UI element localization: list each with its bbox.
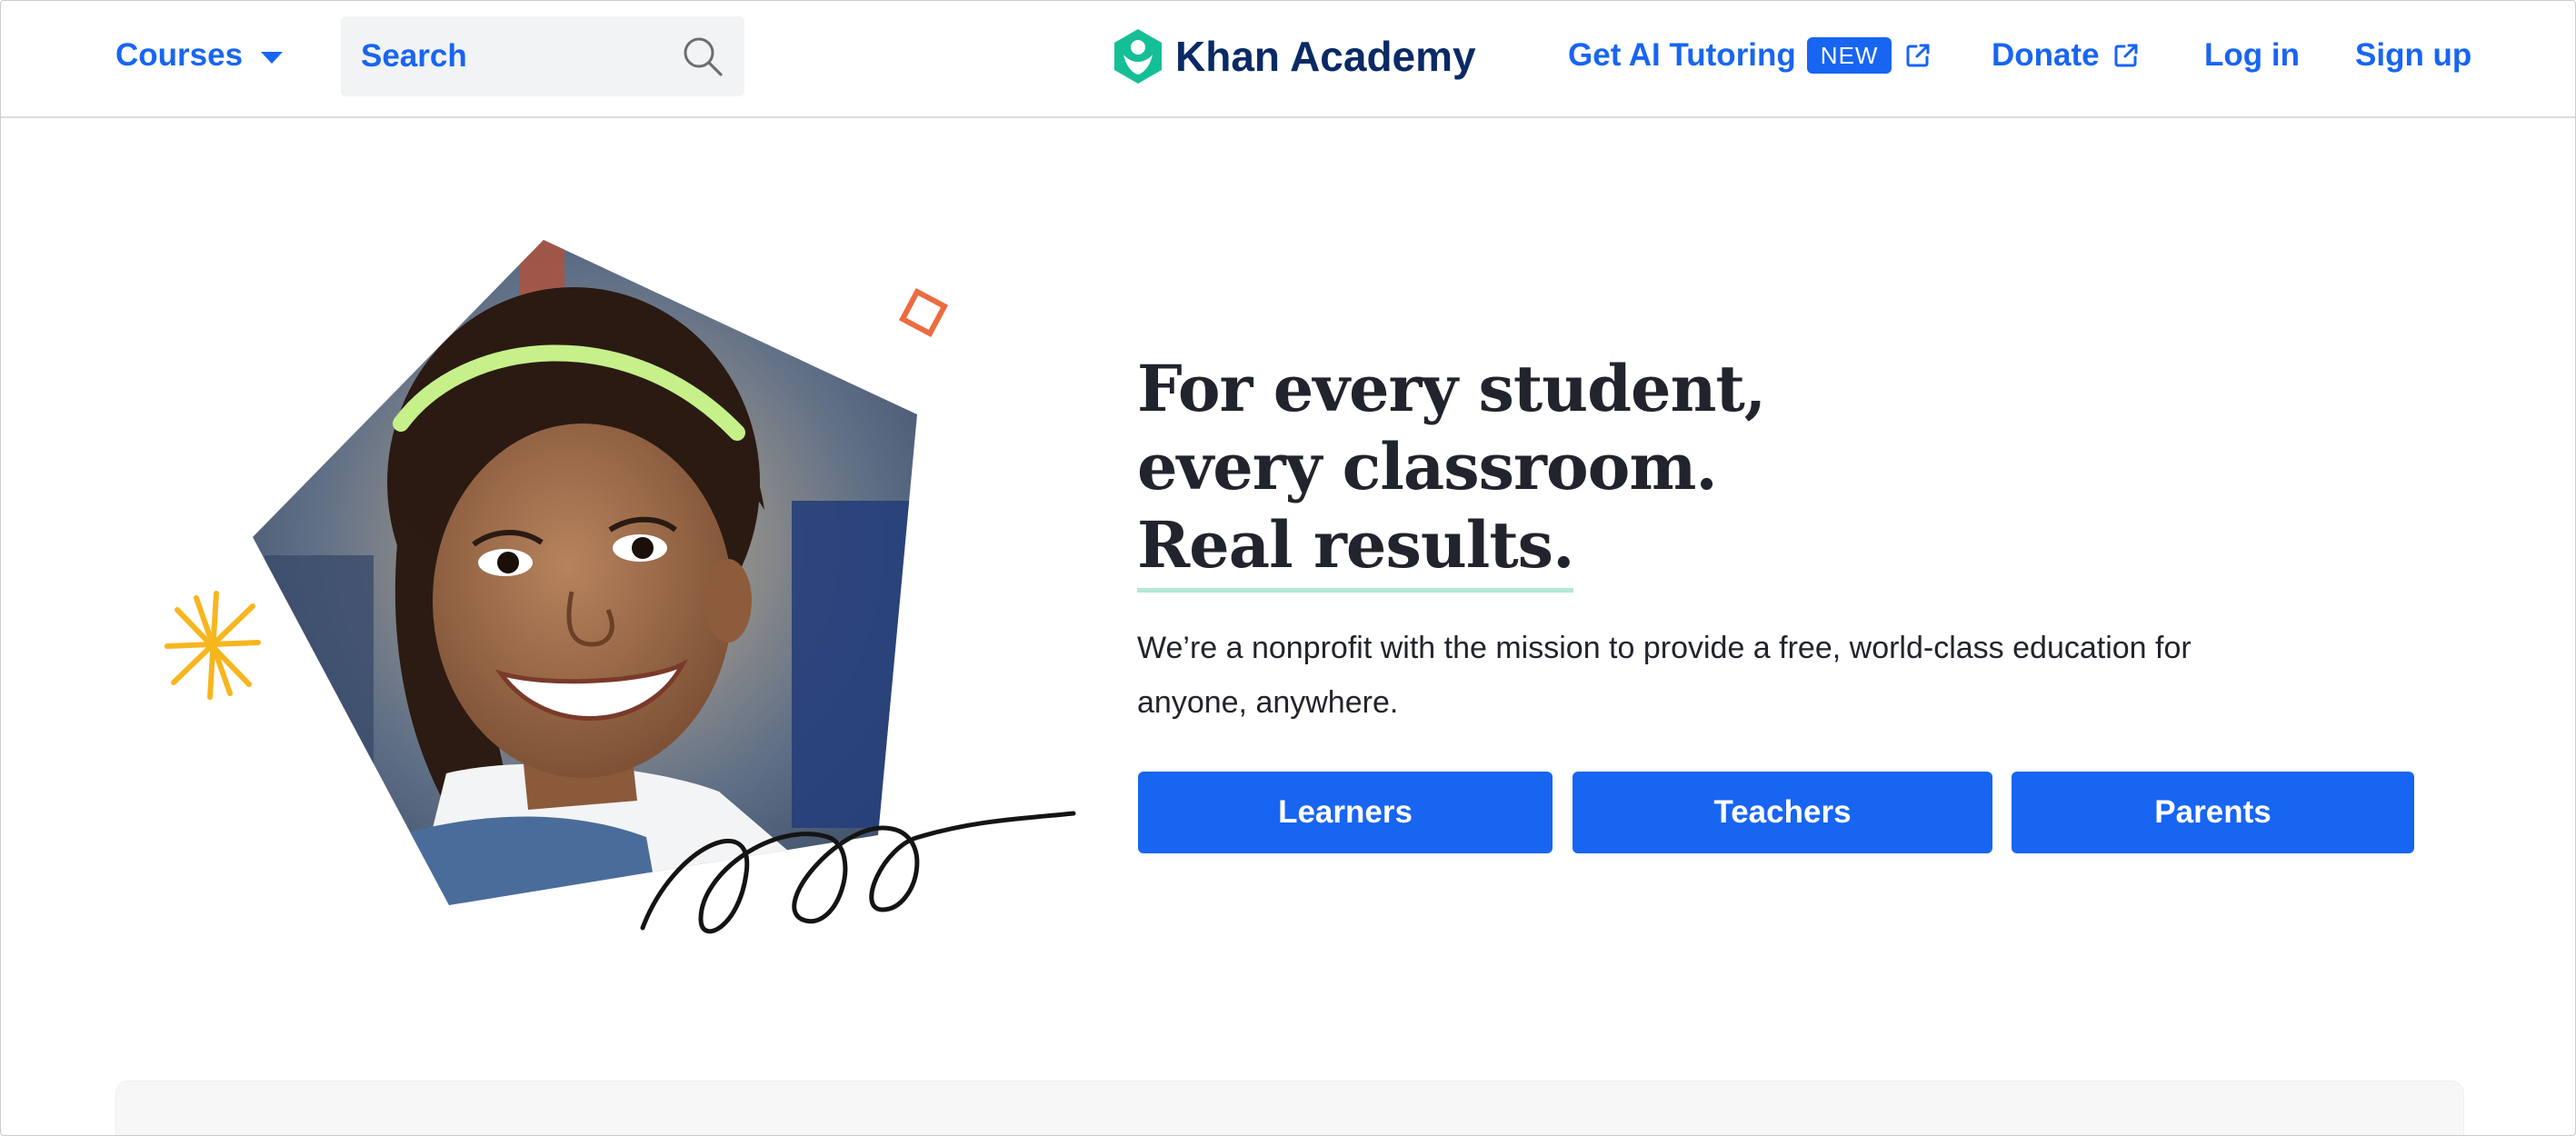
headline-line-3: Real results.: [1137, 506, 1574, 593]
headline-line-1: For every student,: [1137, 351, 1766, 426]
ai-tutoring-label: Get AI Tutoring: [1568, 37, 1796, 73]
search-icon[interactable]: [681, 35, 724, 78]
log-in-link[interactable]: Log in: [2204, 37, 2300, 74]
external-link-icon: [1904, 42, 1932, 69]
caret-down-icon: [261, 51, 284, 64]
search-box[interactable]: [341, 16, 744, 96]
get-ai-tutoring-link[interactable]: Get AI Tutoring NEW: [1568, 37, 1932, 74]
orange-diamond-doodle: [898, 287, 949, 338]
sign-up-link[interactable]: Sign up: [2355, 37, 2471, 74]
courses-menu-button[interactable]: Courses: [115, 37, 284, 74]
hero-illustration: [137, 210, 1092, 973]
donate-label: Donate: [1992, 37, 2100, 73]
hero-headline: For every student, every classroom. Real…: [1137, 350, 1766, 593]
parents-button[interactable]: Parents: [2012, 772, 2414, 853]
next-section-panel: [115, 1081, 2464, 1135]
khan-academy-logo[interactable]: Khan Academy: [1112, 26, 1476, 86]
search-input[interactable]: [361, 38, 661, 75]
teachers-button[interactable]: Teachers: [1573, 772, 1992, 853]
learners-button[interactable]: Learners: [1138, 772, 1553, 853]
headline-line-2: every classroom.: [1137, 429, 1718, 504]
top-navbar: Courses Khan Academy Get AI Tutoring NEW: [1, 1, 2575, 118]
courses-label: Courses: [115, 37, 244, 73]
khan-academy-logo-icon: [1114, 29, 1162, 84]
yellow-star-doodle: [165, 591, 261, 700]
donate-link[interactable]: Donate: [1992, 37, 2140, 74]
student-photo: [253, 240, 917, 905]
new-badge: NEW: [1806, 37, 1892, 74]
mission-statement: We’re a nonprofit with the mission to pr…: [1137, 631, 2192, 720]
logo-text: Khan Academy: [1175, 33, 1476, 80]
page-frame: Courses Khan Academy Get AI Tutoring NEW: [0, 0, 2576, 1136]
external-link-icon: [2112, 42, 2140, 69]
